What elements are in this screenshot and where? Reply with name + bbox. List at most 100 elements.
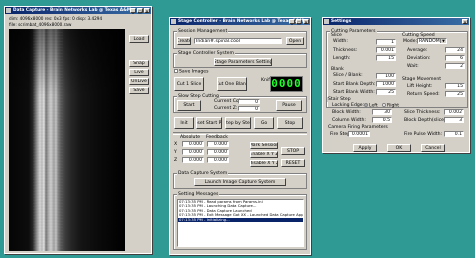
absolute-header: Absolute [180,135,201,140]
reset-start-pos-button[interactable]: Reset Start Pos [196,117,222,129]
cut-one-blank-button[interactable]: Cut One Blank [217,77,247,91]
group-title: Stage Controller System [177,51,235,56]
close-icon[interactable]: × [144,8,150,14]
y-absolute-field[interactable]: 0.000 [182,149,204,155]
open-button[interactable]: Open [286,37,304,45]
wait-label: Wait: [407,64,419,69]
mode-select[interactable]: RANDOM ▼ [417,38,447,44]
app-icon [171,19,176,24]
session-file-field[interactable]: Indian#.spinal.cool [194,38,282,44]
step-by-step-button[interactable]: Step by Step [225,117,251,129]
group-title: Camera Firing Parameters [327,125,389,130]
cut-one-slice-button[interactable]: Cut 1 Slice [174,77,204,91]
message-line-selected: 07:13:35 PM - Initializing... [178,217,303,222]
start-blank-width-field[interactable]: 25 [376,89,396,95]
knife-counter-display: 0000 [270,76,303,92]
cancel-button[interactable]: Cancel [421,144,445,152]
minimize-icon[interactable]: _ [130,8,136,14]
fire-pulse-width-field[interactable]: 0.1 [444,131,464,137]
emergency-stop-button[interactable]: STOP [281,147,305,155]
window-title: Data Capture - Brain Networks Lab @ Texa… [13,8,132,13]
camera-firing-group: Camera Firing Parameters Fire Step: 0.00… [326,125,468,141]
slow-step-group: Slow Step Cutting Start Current Col: 0 C… [173,94,307,113]
save-images-checkbox[interactable]: Save Images [174,69,209,75]
deviation-field[interactable]: 6 [445,55,465,61]
stop-button[interactable]: Stop [277,117,303,129]
image-viewport[interactable] [9,29,125,251]
x-feedback-field: 0.000 [207,141,229,147]
wait-field[interactable]: 2 [445,63,465,69]
column-width-field[interactable]: 0.5 [372,117,392,123]
maximize-icon[interactable]: □ [296,19,302,25]
chevron-down-icon: ▼ [440,39,446,43]
close-icon[interactable]: × [462,19,468,25]
snap-button[interactable]: Snap [129,60,149,67]
image-info: dim: 4096x8000 res: 0x3 fps: 0 disp: 3.4… [9,16,103,21]
axis-y-label: Y [174,150,177,155]
unlive-button[interactable]: UnLive [129,78,149,85]
stage-parameters-button[interactable]: Stage Parameters Setting [214,58,272,66]
scan-image [9,29,125,251]
settings-titlebar[interactable]: Settings × [323,18,469,25]
enable-xyz-button[interactable]: Enable X Y Z [250,151,278,158]
x-absolute-field[interactable]: 0.000 [182,141,204,147]
start-button[interactable]: Start [177,100,201,111]
average-field[interactable]: 24 [445,47,465,53]
mark-session-button[interactable]: Mark Session [250,142,278,149]
save-button[interactable]: Save [129,87,149,94]
image-file: file: scrimbat_4096x8000.raw [9,22,72,27]
block-depth-label: Block Depth(slice): [404,118,448,123]
slice-thickness-field[interactable]: 0.002 [444,109,464,115]
thickness-field[interactable]: 0.001 [376,47,396,53]
stage-controller-titlebar[interactable]: Stage Controller - Brain Networks Lab @ … [170,18,310,25]
reset-button[interactable]: RESET [281,159,305,167]
z-absolute-field[interactable]: 0.000 [182,157,204,163]
width-field[interactable]: 1 [376,39,396,45]
group-title: Session Management [177,29,229,34]
init-button[interactable]: Init [174,117,194,129]
start-blank-depth-field[interactable]: 1000 [376,81,396,87]
ok-button[interactable]: OK [387,144,411,152]
lift-height-field[interactable]: 15 [445,83,465,89]
block-width-field[interactable]: 30 [372,109,392,115]
fire-step-field[interactable]: 0.0001 [348,131,370,137]
minimize-icon[interactable]: _ [289,19,295,25]
current-z-label: Current Z: [214,106,238,111]
window-title: Stage Controller - Brain Networks Lab @ … [178,19,304,24]
load-button[interactable]: Load [129,35,149,43]
data-capture-titlebar[interactable]: Data Capture - Brain Networks Lab @ Texa… [5,7,151,14]
group-title: Stair Step [327,97,352,102]
go-button[interactable]: Go [254,117,274,129]
app-icon [6,8,11,13]
cutting-speed-group: Cutting Speed Mode: RANDOM ▼ Average: 24… [401,33,467,76]
messages-group: Setting Messages 07:13:35 PM - Read para… [173,192,307,250]
create-button[interactable]: Create [177,37,191,45]
live-button[interactable]: Live [129,69,149,76]
app-icon [324,19,329,24]
group-title: Data Capture System [177,171,229,176]
messages-list[interactable]: 07:13:35 PM - Read params from Params.in… [177,199,304,247]
pause-button[interactable]: Pause [276,100,302,111]
blank-group: Blank Slice / Blank: 100 Start Blank Dep… [330,67,398,100]
window-title: Settings [331,19,352,24]
return-speed-label: Return Speed: [407,92,440,97]
return-speed-field[interactable]: 25 [445,91,465,97]
slice-thickness-label: Slice Thickness: [404,110,441,115]
disable-xyz-button[interactable]: Disable X Y Z [250,160,278,167]
stair-step-group: Stair Step Locking Edge: Left Right Bloc… [326,97,468,124]
apply-button[interactable]: Apply [353,144,377,152]
stage-controller-window: Stage Controller - Brain Networks Lab @ … [169,17,311,255]
left-radio[interactable]: Left [364,103,378,109]
slice-per-blank-field[interactable]: 100 [376,73,396,79]
close-icon[interactable]: × [303,19,309,25]
z-feedback-field: 0.000 [207,157,229,163]
feedback-header: Feedback [206,135,228,140]
right-radio[interactable]: Right [382,103,399,109]
width-label: Width: [333,39,348,44]
settings-window: Settings × Cutting Parameters Slice Widt… [322,17,470,153]
block-depth-field[interactable]: 3 [444,117,464,123]
launch-capture-button[interactable]: Launch Image Capture System [194,178,286,186]
maximize-icon[interactable]: □ [137,8,143,14]
data-capture-window: Data Capture - Brain Networks Lab @ Texa… [4,6,152,254]
length-field[interactable]: 15 [376,55,396,61]
